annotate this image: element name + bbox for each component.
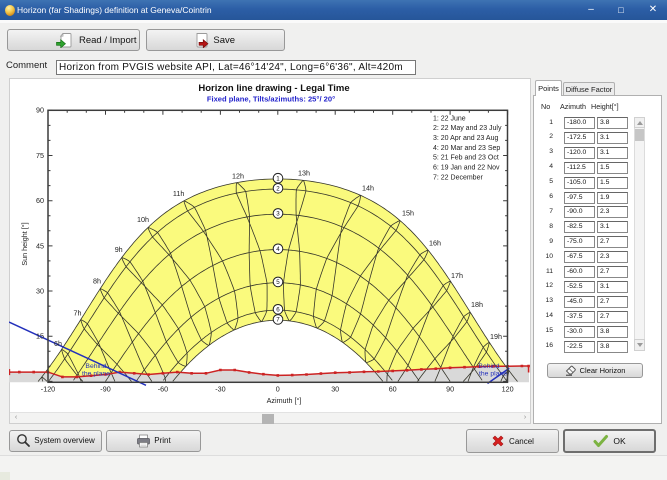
svg-text:1: 22 June: 1: 22 June [433,115,466,122]
svg-text:2: 22 May and 23 July: 2: 22 May and 23 July [433,125,502,132]
svg-text:-120: -120 [41,385,55,394]
svg-text:Behind: Behind [85,363,106,370]
svg-text:6: 6 [276,307,280,314]
svg-text:1: 1 [276,176,280,183]
svg-text:18h: 18h [471,300,483,309]
svg-text:19h: 19h [490,332,502,341]
svg-text:14h: 14h [362,183,374,192]
svg-text:3: 20 Apr and 23 Aug: 3: 20 Apr and 23 Aug [433,135,498,142]
svg-text:30: 30 [36,286,44,295]
svg-text:75: 75 [36,151,44,160]
svg-text:120: 120 [502,385,514,394]
svg-text:-90: -90 [100,385,110,394]
svg-text:17h: 17h [451,271,463,280]
svg-text:-30: -30 [215,385,225,394]
svg-text:60: 60 [36,196,44,205]
svg-text:Fixed plane, Tilts/azimuths: 2: Fixed plane, Tilts/azimuths: 25°/ 20° [207,95,335,104]
svg-text:12h: 12h [232,171,244,180]
svg-text:Sun height [°]: Sun height [°] [20,222,29,265]
svg-text:3: 3 [276,211,280,218]
svg-text:8h: 8h [93,277,101,286]
svg-text:90: 90 [446,385,454,394]
svg-text:7: 7 [276,317,280,324]
svg-text:60: 60 [389,385,397,394]
svg-text:4: 4 [276,246,280,253]
svg-text:9h: 9h [115,245,123,254]
svg-text:13h: 13h [298,168,310,177]
svg-text:the plane: the plane [82,371,110,378]
svg-text:Horizon line drawing - Legal T: Horizon line drawing - Legal Time [198,83,349,94]
svg-text:-60: -60 [158,385,168,394]
svg-text:45: 45 [36,241,44,250]
svg-text:7: 22 December: 7: 22 December [433,174,483,181]
svg-text:16h: 16h [429,238,441,247]
svg-text:2: 2 [276,186,280,193]
svg-text:7h: 7h [74,308,82,317]
svg-text:Behind: Behind [478,363,499,370]
svg-text:15: 15 [36,332,44,341]
svg-text:6h: 6h [54,339,62,348]
svg-text:the plane: the plane [479,371,507,378]
svg-text:5: 5 [276,279,280,286]
svg-text:30: 30 [331,385,339,394]
svg-text:6: 19 Jan and 22 Nov: 6: 19 Jan and 22 Nov [433,164,500,171]
svg-text:11h: 11h [173,189,184,198]
svg-text:15h: 15h [402,208,414,217]
svg-text:10h: 10h [137,215,149,224]
svg-text:0: 0 [276,385,280,394]
svg-text:5: 21 Feb and 23 Oct: 5: 21 Feb and 23 Oct [433,155,499,162]
svg-text:Azimuth [°]: Azimuth [°] [267,396,302,405]
svg-text:4: 20 Mar and 23 Sep: 4: 20 Mar and 23 Sep [433,145,500,152]
svg-text:90: 90 [36,106,44,115]
